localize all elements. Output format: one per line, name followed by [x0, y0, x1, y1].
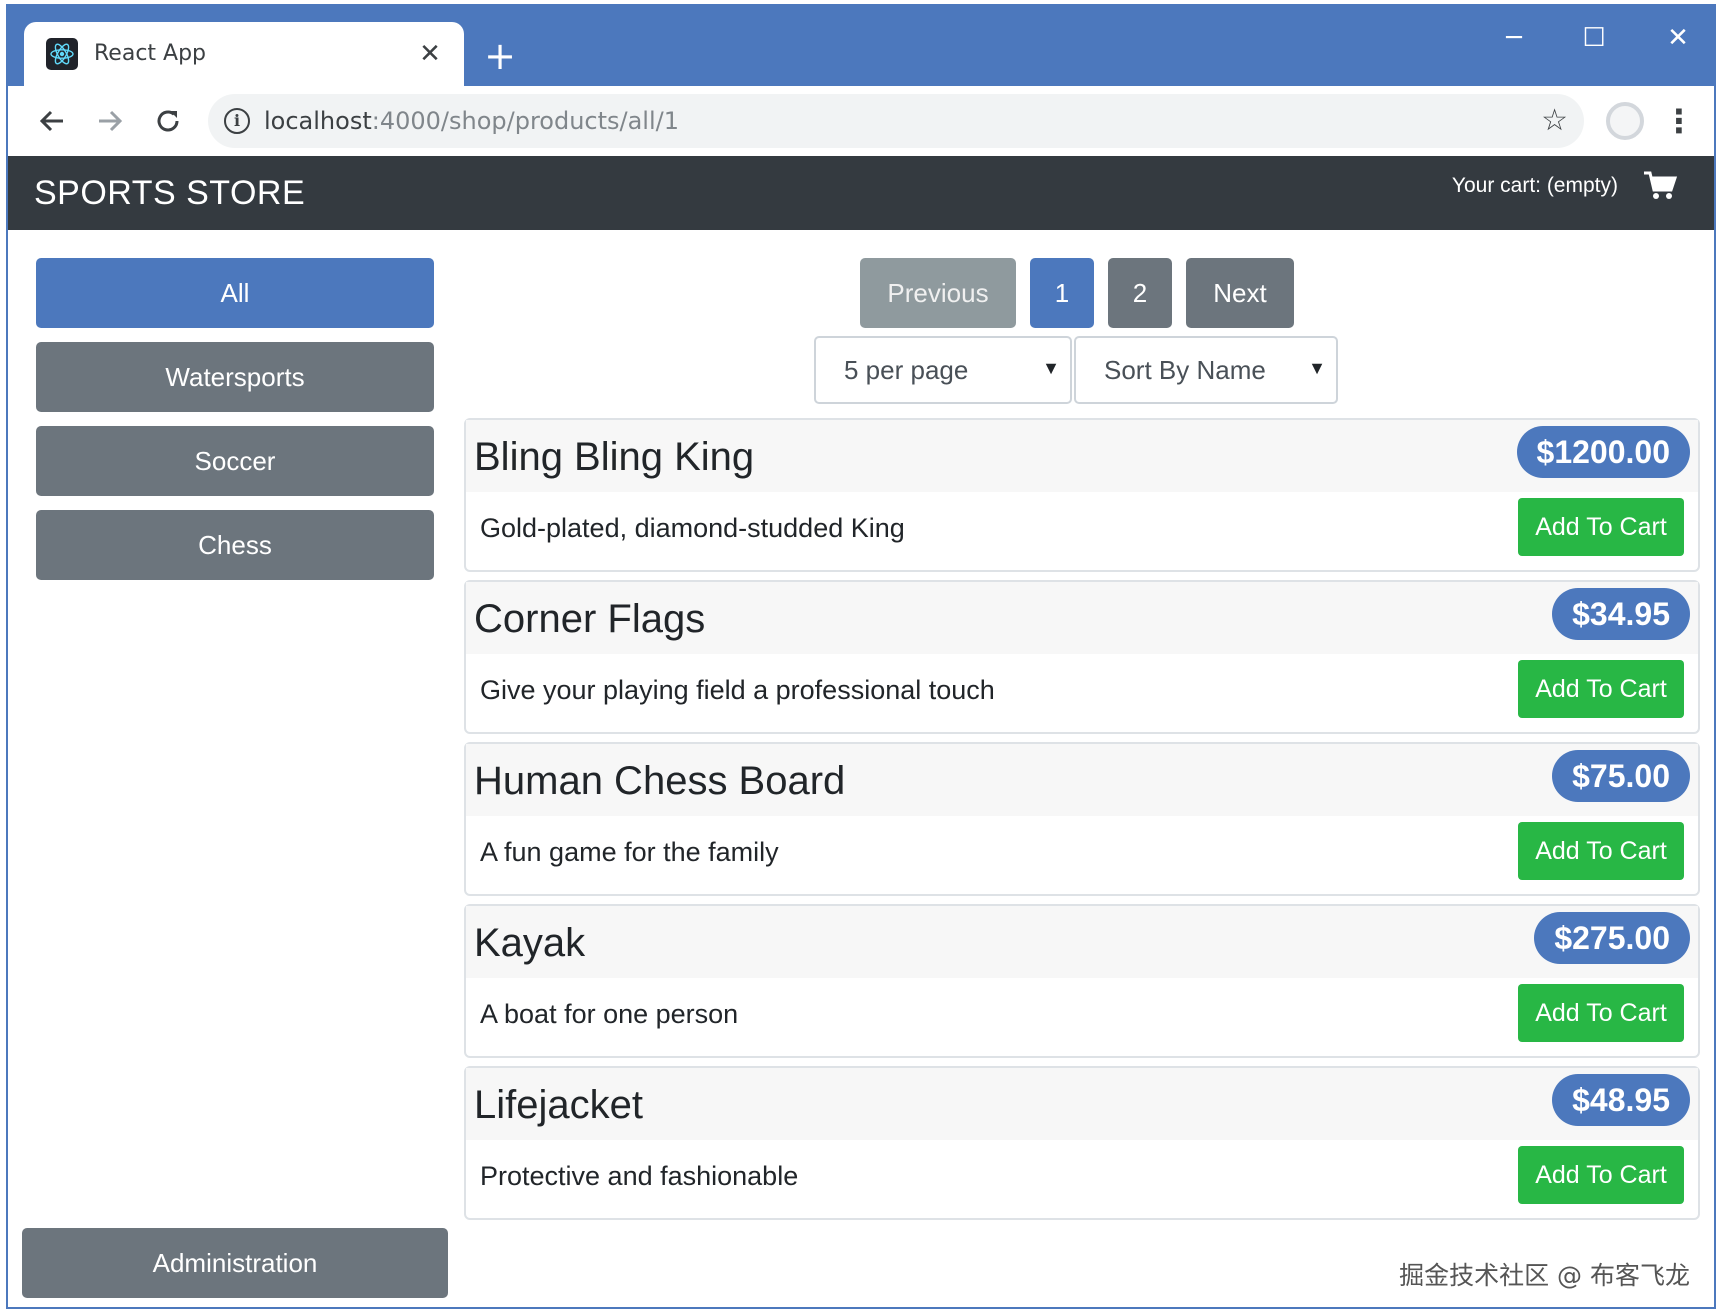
product-name: Lifejacket [474, 1083, 643, 1127]
price-badge: $75.00 [1552, 750, 1690, 802]
tab-title: React App [94, 41, 207, 66]
brand-title: SPORTS STORE [34, 174, 306, 212]
kebab-menu-icon[interactable]: ⋮ [1663, 101, 1695, 141]
product-name: Bling Bling King [474, 435, 755, 479]
product-card-header [466, 906, 1698, 978]
page-1-button[interactable]: 1 [1030, 258, 1094, 328]
price-badge: $275.00 [1534, 912, 1690, 964]
category-button-chess[interactable]: Chess [36, 510, 434, 580]
product-description: A fun game for the family [480, 837, 779, 867]
price-badge: $1200.00 [1516, 426, 1690, 478]
forward-arrow-icon[interactable] [90, 101, 130, 141]
sort-select[interactable]: Sort By Name ▼ [1074, 336, 1338, 404]
star-icon[interactable]: ☆ [1541, 104, 1568, 138]
close-window-button[interactable]: ✕ [1652, 18, 1704, 58]
product-card: Kayak $275.00 A boat for one person Add … [464, 904, 1700, 1058]
price-badge: $48.95 [1552, 1074, 1690, 1126]
product-card-header [466, 1068, 1698, 1140]
minimize-button[interactable]: ─ [1488, 18, 1540, 58]
product-name: Kayak [474, 921, 586, 965]
page-2-button[interactable]: 2 [1108, 258, 1172, 328]
new-tab-button[interactable]: + [480, 36, 520, 76]
product-card: Corner Flags $34.95 Give your playing fi… [464, 580, 1700, 734]
watermark: 掘金技术社区 @ 布客飞龙 [1399, 1261, 1690, 1290]
cart-summary: Your cart: (empty) [1451, 174, 1618, 197]
add-to-cart-button[interactable]: Add To Cart [1518, 660, 1684, 718]
previous-page-button[interactable]: Previous [860, 258, 1016, 328]
url-path: :4000/shop/products/all/1 [371, 107, 679, 135]
browser-window: React App ✕ + ─ ☐ ✕ i localhost:4000/sho… [6, 4, 1716, 1309]
product-card: Lifejacket $48.95 Protective and fashion… [464, 1066, 1700, 1220]
url-text[interactable]: localhost:4000/shop/products/all/1 [264, 94, 679, 148]
category-button-watersports[interactable]: Watersports [36, 342, 434, 412]
add-to-cart-button[interactable]: Add To Cart [1518, 984, 1684, 1042]
product-description: Gold-plated, diamond-studded King [480, 513, 905, 543]
add-to-cart-button[interactable]: Add To Cart [1518, 498, 1684, 556]
caret-down-icon: ▼ [1042, 358, 1060, 378]
app-navbar: SPORTS STORE Your cart: (empty) [8, 156, 1714, 230]
product-name: Human Chess Board [474, 759, 846, 803]
profile-icon[interactable] [1606, 102, 1644, 140]
category-button-all[interactable]: All [36, 258, 434, 328]
administration-button[interactable]: Administration [22, 1228, 448, 1298]
product-description: A boat for one person [480, 999, 739, 1029]
product-card: Human Chess Board $75.00 A fun game for … [464, 742, 1700, 896]
maximize-button[interactable]: ☐ [1568, 18, 1620, 58]
info-icon[interactable]: i [224, 108, 250, 134]
next-page-button[interactable]: Next [1186, 258, 1294, 328]
react-logo-icon [46, 38, 78, 70]
url-host: localhost [264, 107, 372, 135]
page-size-value: 5 per page [844, 355, 969, 385]
product-description: Protective and fashionable [480, 1161, 799, 1191]
address-bar[interactable]: i localhost:4000/shop/products/all/1 ☆ [208, 94, 1584, 148]
browser-tab[interactable]: React App ✕ [24, 22, 464, 88]
price-badge: $34.95 [1552, 588, 1690, 640]
product-description: Give your playing field a professional t… [480, 675, 995, 705]
page-size-select[interactable]: 5 per page ▼ [814, 336, 1072, 404]
browser-toolbar: i localhost:4000/shop/products/all/1 ☆ ⋮ [8, 86, 1714, 156]
back-arrow-icon[interactable] [32, 101, 72, 141]
add-to-cart-button[interactable]: Add To Cart [1518, 1146, 1684, 1204]
sort-value: Sort By Name [1104, 355, 1266, 385]
product-card: Bling Bling King $1200.00 Gold-plated, d… [464, 418, 1700, 572]
product-name: Corner Flags [474, 597, 706, 641]
caret-down-icon: ▼ [1308, 358, 1326, 378]
add-to-cart-button[interactable]: Add To Cart [1518, 822, 1684, 880]
tab-close-icon[interactable]: ✕ [414, 38, 446, 70]
reload-icon[interactable] [148, 101, 188, 141]
shopping-cart-icon[interactable] [1642, 170, 1678, 202]
browser-titlebar: React App ✕ + ─ ☐ ✕ [8, 6, 1714, 88]
category-button-soccer[interactable]: Soccer [36, 426, 434, 496]
